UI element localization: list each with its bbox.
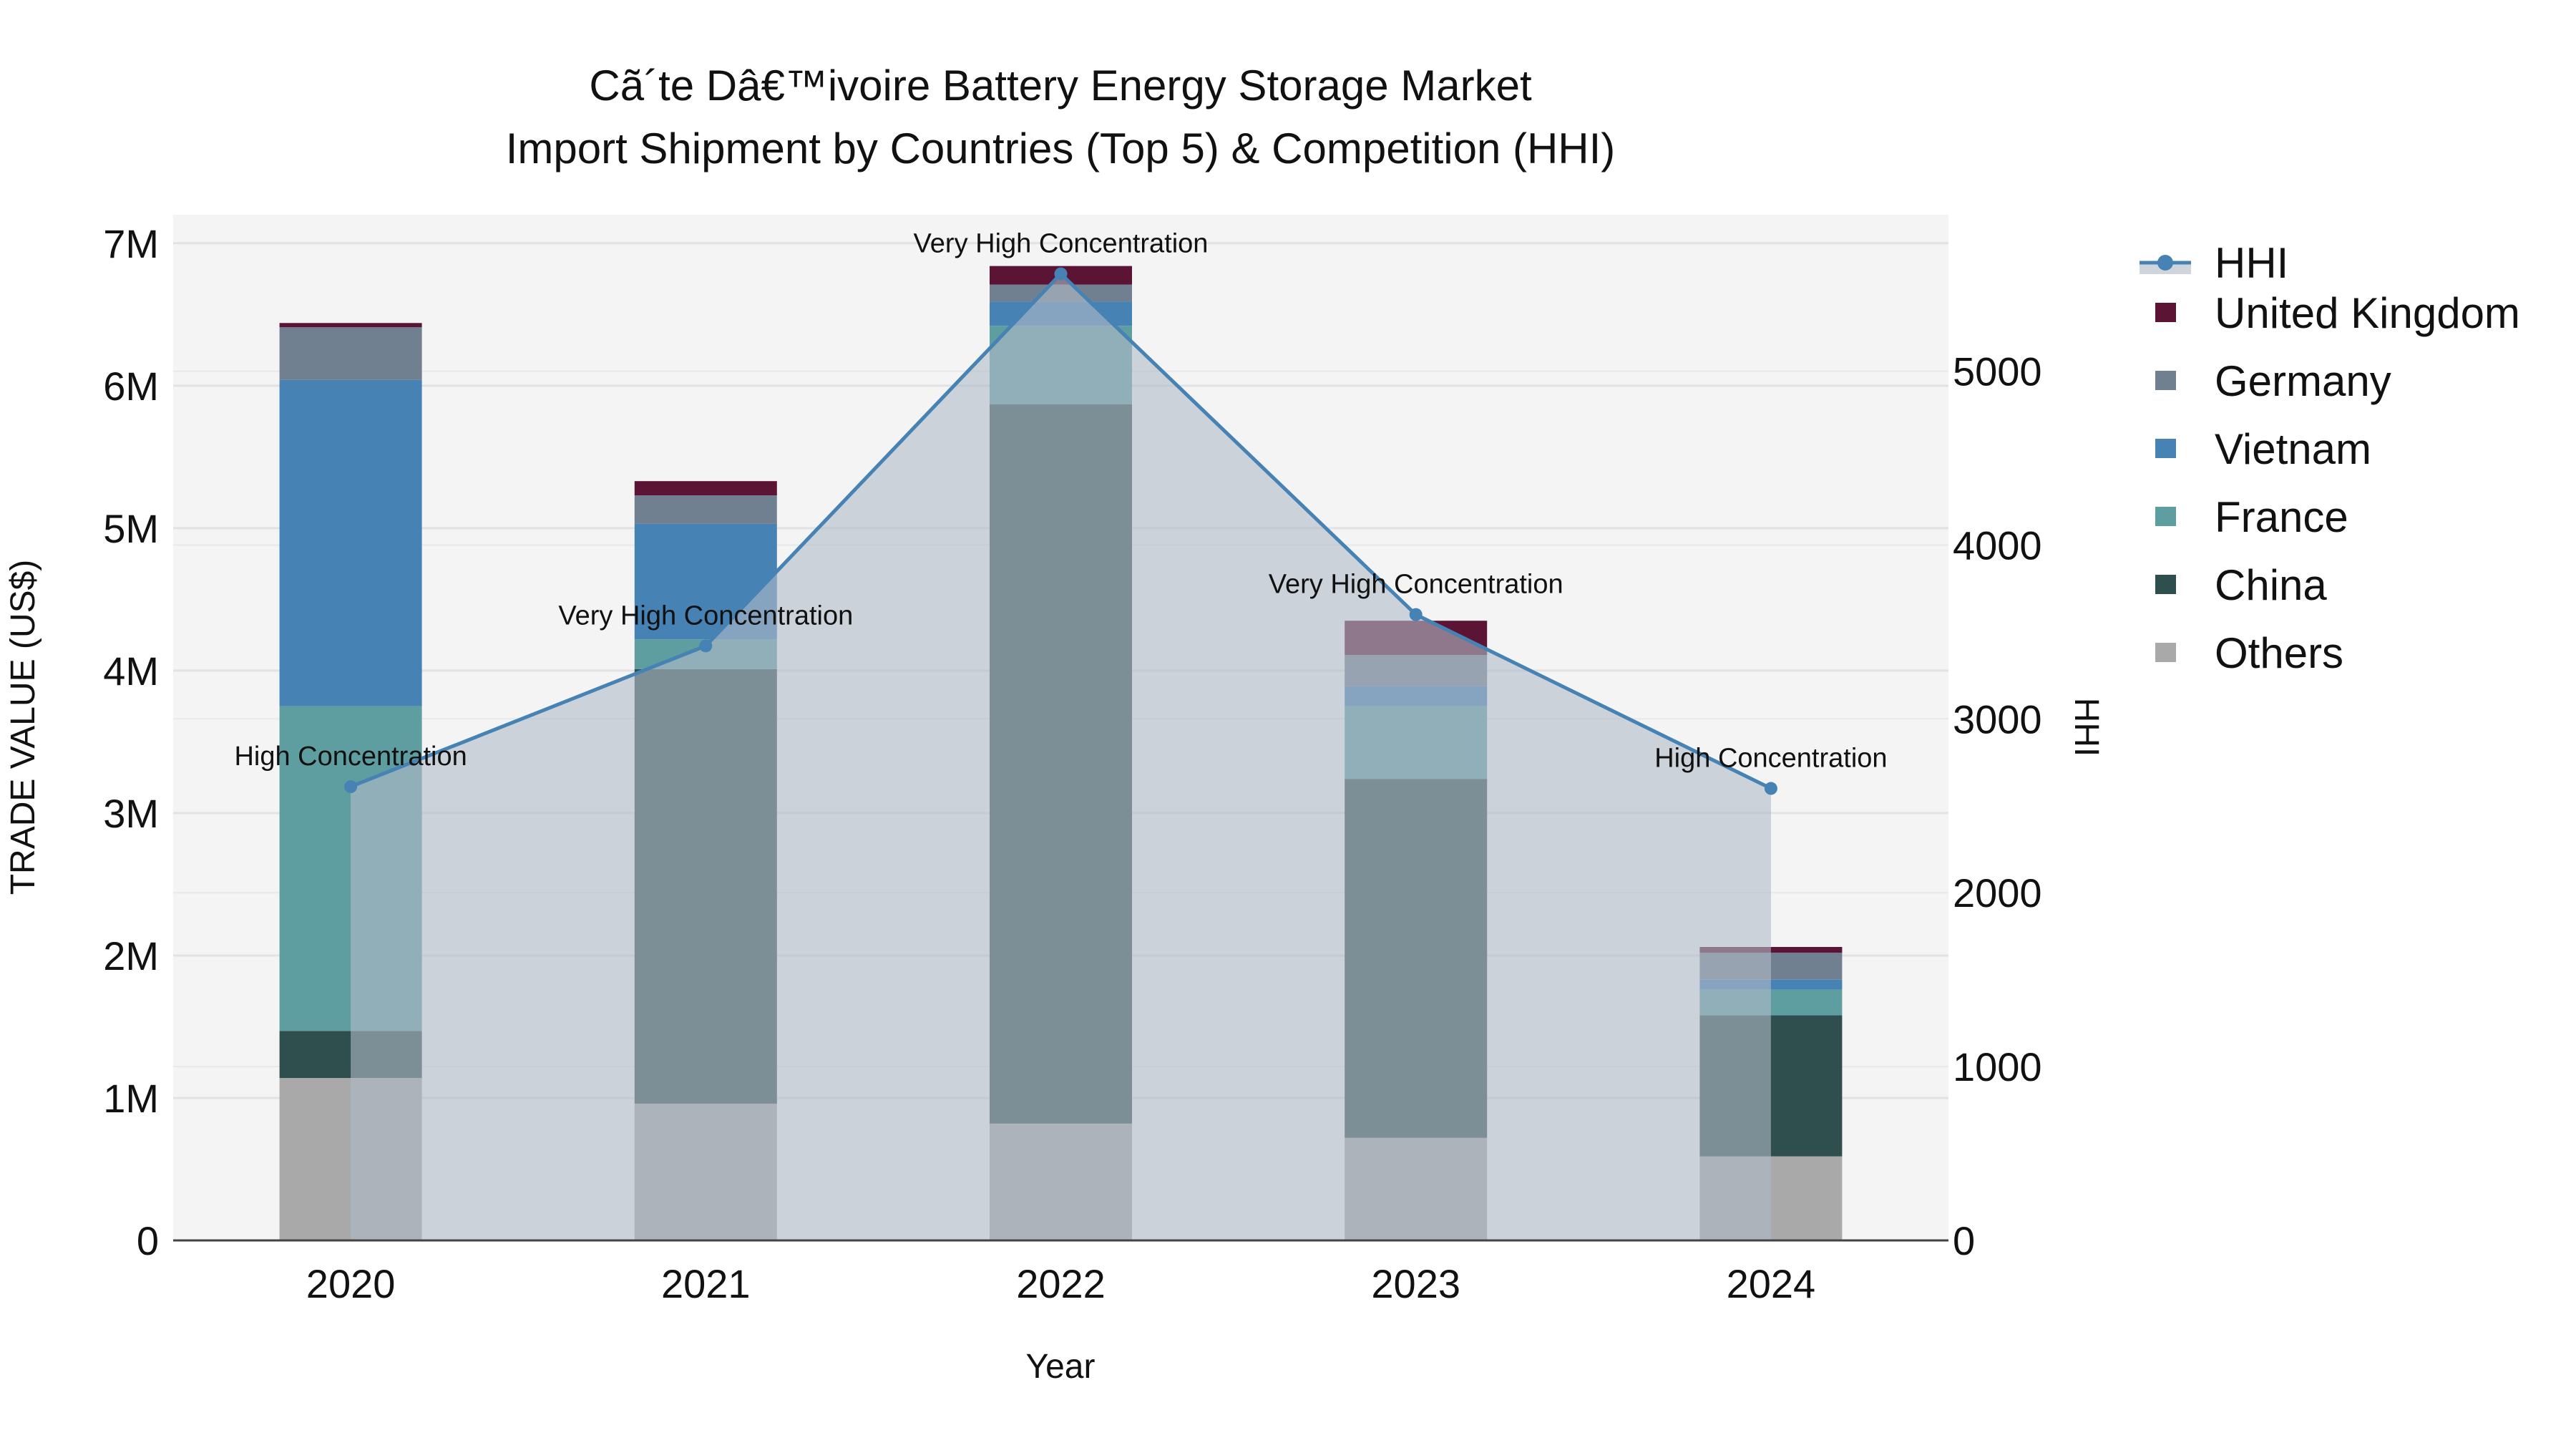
hhi-point <box>1054 267 1068 281</box>
y2-axis-title: HHI <box>2067 698 2105 757</box>
hhi-annotation: Very High Concentration <box>558 601 853 631</box>
y2-tick-label: 3000 <box>1953 696 2042 742</box>
bar-germany <box>634 495 777 524</box>
legend-label-china: China <box>2215 561 2327 609</box>
legend-label-others: Others <box>2215 629 2343 677</box>
y2-tick-label: 5000 <box>1953 349 2042 394</box>
x-tick-label: 2022 <box>1016 1261 1106 1306</box>
chart-title-line1: Cã´te Dâ€™ivoire Battery Energy Storage … <box>589 62 1532 110</box>
legend-label-germany: Germany <box>2215 357 2391 405</box>
y-tick-label: 2M <box>103 933 159 978</box>
y2-tick-label: 0 <box>1953 1218 1975 1263</box>
legend-swatch-others <box>2155 643 2176 662</box>
legend-swatch-germany <box>2155 371 2176 390</box>
x-tick-label: 2021 <box>661 1261 751 1306</box>
chart-title-line2: Import Shipment by Countries (Top 5) & C… <box>506 125 1616 172</box>
hhi-point <box>1409 608 1423 621</box>
y-tick-label: 1M <box>103 1076 159 1121</box>
legend-swatch-france <box>2155 507 2176 526</box>
x-tick-label: 2024 <box>1727 1261 1816 1306</box>
legend: HHIUnited Kingdom Germany Vietnam France Chi… <box>2140 239 2520 677</box>
y-tick-label: 5M <box>103 506 159 551</box>
legend-swatch-china <box>2155 575 2176 594</box>
x-tick-label: 2023 <box>1371 1261 1460 1306</box>
legend-label-united-kingdom: United Kingdom <box>2215 289 2520 337</box>
legend-hhi-marker <box>2157 255 2173 271</box>
chart: Cã´te Dâ€™ivoire Battery Energy Storage … <box>4 62 2520 1386</box>
y2-tick-label: 4000 <box>1953 523 2042 568</box>
hhi-annotation: High Concentration <box>1654 744 1887 774</box>
hhi-annotation: Very High Concentration <box>1269 570 1563 600</box>
x-axis-title: Year <box>1026 1348 1096 1386</box>
bar-vietnam <box>279 379 422 706</box>
y-tick-label: 0 <box>137 1218 159 1263</box>
bar-germany <box>279 327 422 380</box>
y2-tick-label: 1000 <box>1953 1044 2042 1089</box>
legend-swatch-vietnam <box>2155 439 2176 458</box>
bar-united-kingdom <box>279 323 422 328</box>
y2-tick-label: 2000 <box>1953 870 2042 915</box>
y-axis-title: TRADE VALUE (US$) <box>4 560 42 895</box>
x-tick-label: 2020 <box>306 1261 396 1306</box>
legend-label-hhi: HHI <box>2215 239 2288 287</box>
hhi-point <box>344 780 358 794</box>
hhi-annotation: Very High Concentration <box>914 229 1209 259</box>
y-tick-label: 4M <box>103 648 159 694</box>
y-tick-label: 3M <box>103 791 159 836</box>
legend-label-vietnam: Vietnam <box>2215 425 2371 473</box>
hhi-point <box>1764 782 1777 795</box>
y-tick-label: 7M <box>103 221 159 266</box>
bar-united-kingdom <box>634 481 777 496</box>
legend-label-france: France <box>2215 493 2348 541</box>
hhi-annotation: High Concentration <box>234 742 467 772</box>
legend-swatch-united-kingdom <box>2155 303 2176 322</box>
hhi-point <box>699 639 713 653</box>
y-tick-label: 6M <box>103 364 159 409</box>
